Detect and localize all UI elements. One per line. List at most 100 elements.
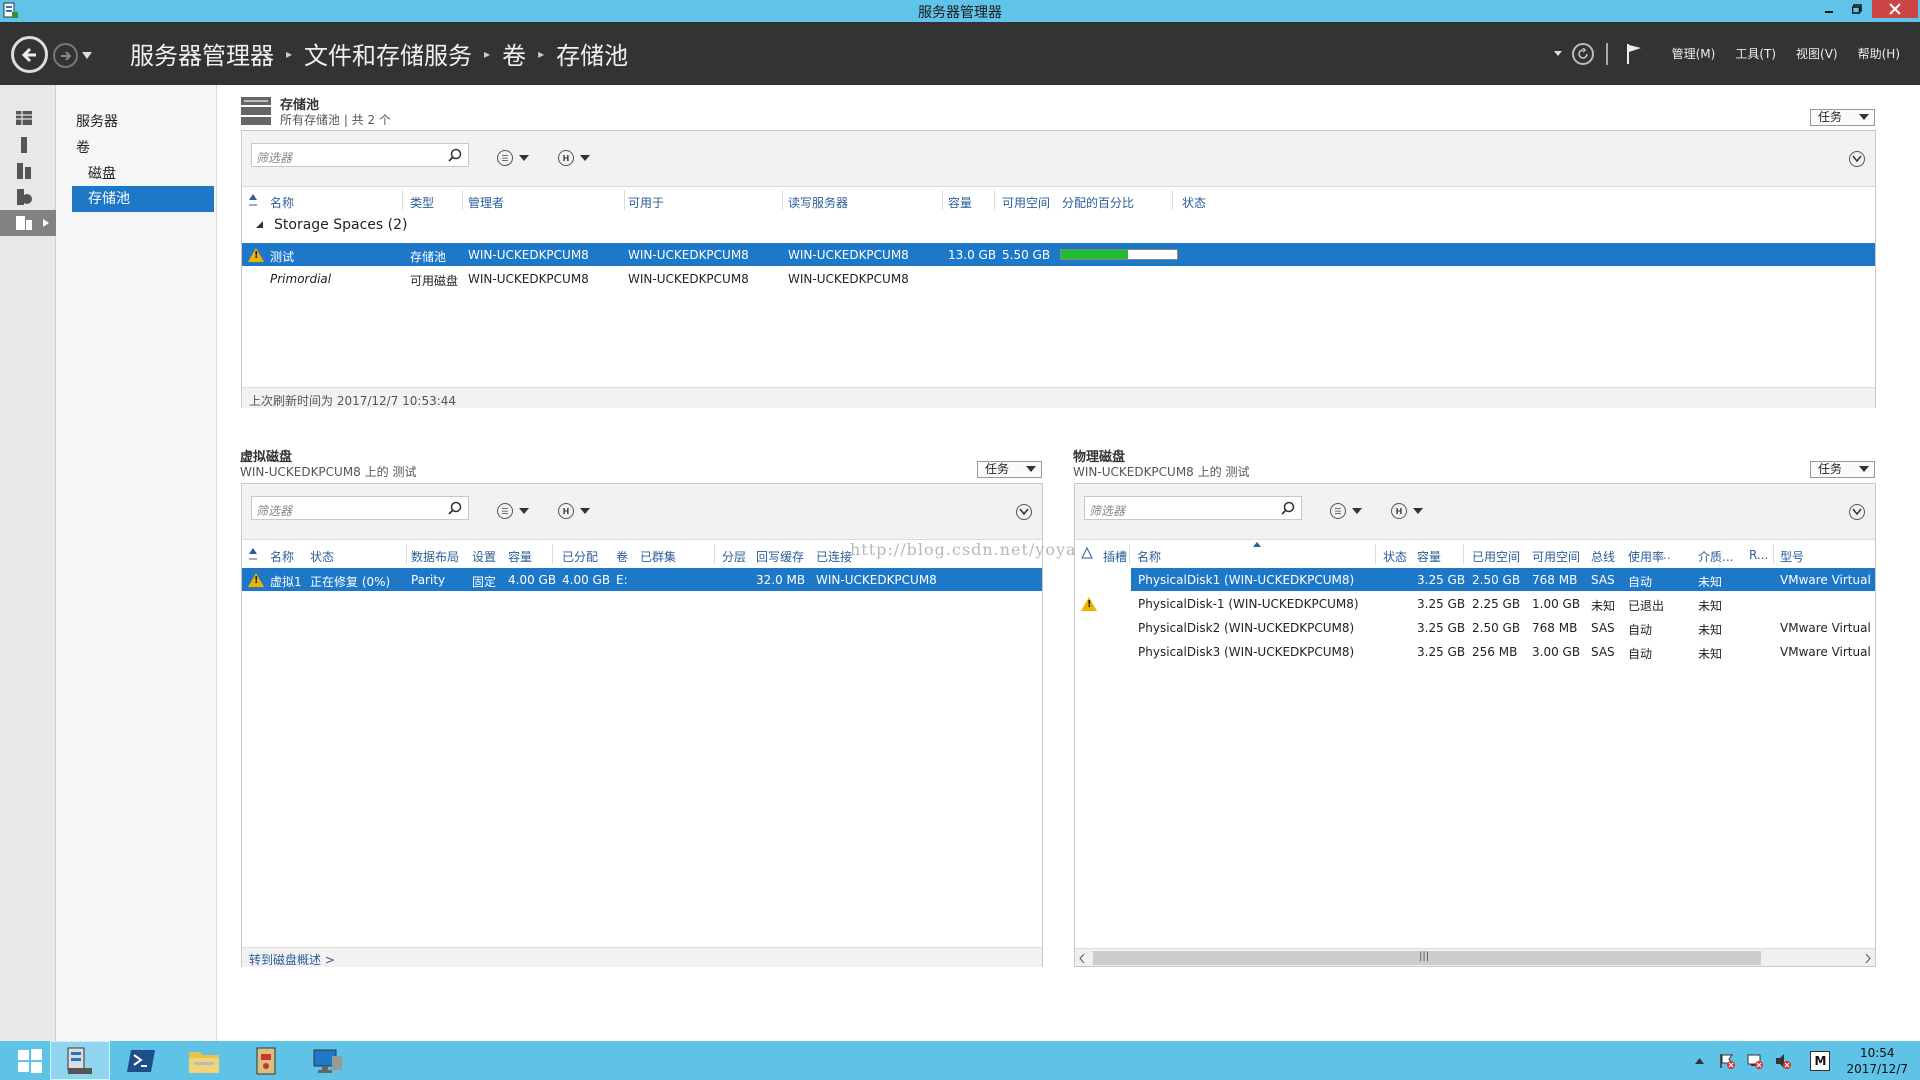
menu-view[interactable]: 视图(V): [1796, 45, 1838, 62]
dropdown-icon[interactable]: [1553, 50, 1562, 57]
taskbar-network-app[interactable]: [298, 1041, 358, 1080]
table-row[interactable]: PhysicalDisk-1 (WIN-UCKEDKPCUM8) 3.25 GB…: [1075, 592, 1875, 615]
dashboard-icon[interactable]: [15, 109, 33, 127]
column-header[interactable]: R...: [1749, 548, 1768, 562]
file-storage-icon[interactable]: [15, 188, 33, 206]
column-header[interactable]: 已分配: [562, 548, 598, 565]
back-button[interactable]: [11, 36, 48, 73]
show-hidden-icons[interactable]: [1695, 1057, 1705, 1064]
scroll-left-icon[interactable]: [1079, 954, 1085, 963]
breadcrumb-item[interactable]: 卷: [502, 36, 526, 71]
column-header[interactable]: 状态: [1182, 194, 1206, 211]
menu-tools[interactable]: 工具(T): [1735, 45, 1776, 62]
local-server-icon[interactable]: [15, 136, 33, 154]
vdisks-view-options-button[interactable]: ☰: [497, 502, 535, 520]
taskbar-powershell[interactable]: [112, 1041, 172, 1080]
sort-icon[interactable]: [248, 193, 258, 207]
column-header[interactable]: 总线: [1591, 548, 1615, 565]
nav-item-servers[interactable]: 服务器: [76, 111, 118, 131]
horizontal-scrollbar[interactable]: |||: [1075, 948, 1875, 966]
pools-view-options-button[interactable]: ☰: [497, 149, 535, 167]
refresh-button[interactable]: [1571, 42, 1594, 65]
pdisks-save-query-button[interactable]: H: [1391, 502, 1429, 520]
collapse-triangle-icon[interactable]: [256, 221, 264, 229]
column-header[interactable]: 回写缓存: [756, 548, 804, 565]
pools-tasks-button[interactable]: 任务: [1810, 109, 1875, 126]
nav-item-disks[interactable]: 磁盘: [88, 163, 116, 183]
taskbar-app-red[interactable]: [236, 1041, 296, 1080]
search-icon[interactable]: [448, 148, 462, 162]
nav-item-storage-pools[interactable]: 存储池: [72, 186, 214, 212]
network-status-icon[interactable]: [1746, 1052, 1764, 1070]
all-servers-icon[interactable]: [15, 162, 33, 180]
column-header[interactable]: 容量: [508, 548, 532, 565]
pdisks-view-options-button[interactable]: ☰: [1330, 502, 1368, 520]
clock[interactable]: 10:54 2017/12/7: [1846, 1045, 1908, 1077]
column-header[interactable]: 数据布局: [411, 548, 459, 565]
close-button[interactable]: [1872, 0, 1918, 18]
table-row[interactable]: 测试 存储池 WIN-UCKEDKPCUM8 WIN-UCKEDKPCUM8 W…: [242, 243, 1875, 266]
column-header[interactable]: 名称: [270, 548, 294, 565]
menu-help[interactable]: 帮助(H): [1858, 45, 1900, 62]
pdisks-tasks-button[interactable]: 任务: [1810, 461, 1875, 478]
scrollbar-thumb[interactable]: |||: [1093, 951, 1761, 965]
column-header[interactable]: 名称: [270, 194, 294, 211]
pools-filter-input[interactable]: 筛选器: [251, 143, 469, 167]
column-header[interactable]: 读写服务器: [788, 194, 848, 211]
taskbar-file-explorer[interactable]: [174, 1041, 234, 1080]
search-icon[interactable]: [1281, 501, 1295, 515]
column-header[interactable]: 已群集: [640, 548, 676, 565]
maximize-button[interactable]: [1844, 0, 1870, 18]
column-header[interactable]: 介质...: [1698, 548, 1733, 565]
forward-button[interactable]: [53, 43, 78, 68]
table-row[interactable]: PhysicalDisk1 (WIN-UCKEDKPCUM8) 3.25 GB …: [1075, 568, 1875, 591]
sort-icon[interactable]: [248, 547, 258, 561]
notification-flag-icon[interactable]: [1626, 43, 1642, 65]
column-header[interactable]: 设置: [472, 548, 496, 565]
column-header[interactable]: 名称: [1137, 548, 1161, 565]
column-header[interactable]: 可用空间: [1532, 548, 1580, 565]
column-header[interactable]: 容量: [948, 194, 972, 211]
go-to-disks-link[interactable]: 转到磁盘概述 >: [249, 951, 335, 968]
menu-manage[interactable]: 管理(M): [1672, 45, 1716, 62]
minimize-button[interactable]: [1816, 0, 1842, 18]
column-header[interactable]: 容量: [1417, 548, 1441, 565]
column-header[interactable]: 插槽: [1103, 548, 1127, 565]
pdisks-filter-input[interactable]: 筛选器: [1084, 496, 1302, 520]
vdisks-save-query-button[interactable]: H: [558, 502, 596, 520]
action-center-flag-icon[interactable]: [1718, 1052, 1736, 1070]
column-header[interactable]: 型号: [1780, 548, 1804, 565]
vdisks-expand-button[interactable]: [1016, 504, 1032, 520]
table-row[interactable]: PhysicalDisk2 (WIN-UCKEDKPCUM8) 3.25 GB …: [1075, 616, 1875, 639]
column-header[interactable]: 管理者: [468, 194, 504, 211]
pdisks-expand-button[interactable]: [1849, 504, 1865, 520]
group-row[interactable]: Storage Spaces (2): [242, 214, 1875, 237]
history-dropdown-icon[interactable]: [82, 52, 92, 60]
table-row[interactable]: 虚拟1 正在修复 (0%) Parity 固定 4.00 GB 4.00 GB …: [242, 568, 1042, 591]
column-header[interactable]: 使用率: [1628, 548, 1664, 565]
taskbar-server-manager[interactable]: [50, 1041, 110, 1080]
column-header[interactable]: 状态: [310, 548, 334, 565]
pools-expand-button[interactable]: [1849, 151, 1865, 167]
column-header[interactable]: 可用于: [628, 194, 664, 211]
column-header[interactable]: 已用空间: [1472, 548, 1520, 565]
vdisks-tasks-button[interactable]: 任务: [977, 461, 1042, 478]
column-header[interactable]: 分层: [722, 548, 746, 565]
breadcrumb-item[interactable]: 文件和存储服务: [304, 36, 472, 71]
column-header[interactable]: 卷: [616, 548, 628, 565]
column-header[interactable]: 已连接: [816, 548, 852, 565]
table-row[interactable]: Primordial 可用磁盘 WIN-UCKEDKPCUM8 WIN-UCKE…: [242, 267, 1875, 290]
speaker-icon[interactable]: [1774, 1052, 1792, 1070]
table-row[interactable]: PhysicalDisk3 (WIN-UCKEDKPCUM8) 3.25 GB …: [1075, 640, 1875, 663]
column-header[interactable]: 可用空间: [1002, 194, 1050, 211]
scroll-right-icon[interactable]: [1865, 954, 1871, 963]
ime-indicator[interactable]: M: [1810, 1050, 1831, 1071]
search-icon[interactable]: [448, 501, 462, 515]
warning-column-icon[interactable]: [1081, 547, 1093, 559]
pools-save-query-button[interactable]: H: [558, 149, 596, 167]
column-header[interactable]: 类型: [410, 194, 434, 211]
column-header[interactable]: 状态: [1383, 548, 1407, 565]
breadcrumb-item[interactable]: 服务器管理器: [130, 36, 274, 71]
column-header[interactable]: 分配的百分比: [1062, 194, 1134, 211]
nav-item-volumes[interactable]: 卷: [76, 137, 90, 157]
